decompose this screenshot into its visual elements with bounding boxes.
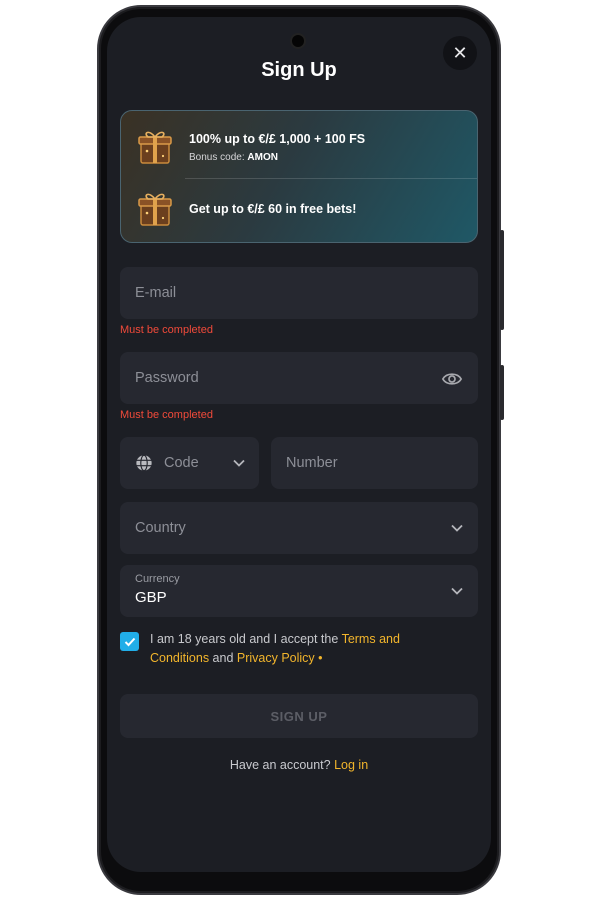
phone-side-button xyxy=(500,365,504,420)
bonus-code: Bonus code: AMON xyxy=(189,152,365,163)
phone-number-field[interactable]: Number xyxy=(271,437,478,489)
have-account-text: Have an account? xyxy=(229,758,335,772)
checkmark-icon xyxy=(124,637,135,646)
password-error: Must be completed xyxy=(120,409,213,421)
password-field[interactable]: Password xyxy=(120,352,478,404)
front-camera xyxy=(292,35,304,47)
number-placeholder: Number xyxy=(286,455,338,471)
login-link[interactable]: Log in xyxy=(334,758,368,772)
currency-select[interactable]: Currency GBP xyxy=(120,565,478,617)
currency-label: Currency xyxy=(135,573,180,585)
page-title: Sign Up xyxy=(261,59,337,81)
globe-icon xyxy=(136,454,152,472)
password-placeholder: Password xyxy=(135,370,199,386)
currency-value: GBP xyxy=(135,589,167,606)
login-prompt: Have an account? Log in xyxy=(107,758,491,772)
chevron-down-icon xyxy=(451,524,463,532)
terms-and: and xyxy=(209,651,237,665)
code-placeholder: Code xyxy=(164,455,199,471)
country-select[interactable]: Country xyxy=(120,502,478,554)
gift-box-icon xyxy=(138,131,172,164)
required-mark: • xyxy=(314,651,323,665)
promo-title: Get up to €/£ 60 in free bets! xyxy=(189,202,357,216)
terms-text: I am 18 years old and I accept the Terms… xyxy=(150,630,440,668)
country-placeholder: Country xyxy=(135,520,186,536)
age-terms-checkbox[interactable] xyxy=(120,632,139,651)
country-code-select[interactable]: Code xyxy=(120,437,259,489)
promo-divider xyxy=(185,178,477,179)
promo-banner: 100% up to €/£ 1,000 + 100 FS Bonus code… xyxy=(120,110,478,243)
chevron-down-icon xyxy=(451,587,463,595)
bonus-code-label: Bonus code: xyxy=(189,151,245,163)
promo-item: Get up to €/£ 60 in free bets! xyxy=(121,189,477,229)
email-field[interactable]: E-mail xyxy=(120,267,478,319)
email-error: Must be completed xyxy=(120,324,213,336)
terms-prefix: I am 18 years old and I accept the xyxy=(150,632,342,646)
privacy-link[interactable]: Privacy Policy xyxy=(237,651,315,665)
gift-box-icon xyxy=(138,193,172,226)
signup-screen: ✕ Sign Up 100% up to €/£ 1,000 + 100 FS … xyxy=(107,17,491,872)
promo-title: 100% up to €/£ 1,000 + 100 FS xyxy=(189,131,366,146)
eye-icon[interactable] xyxy=(441,369,463,389)
promo-item: 100% up to €/£ 1,000 + 100 FS Bonus code… xyxy=(121,127,477,167)
phone-side-button xyxy=(500,230,504,330)
email-placeholder: E-mail xyxy=(135,285,177,301)
signup-button[interactable]: SIGN UP xyxy=(120,694,478,738)
bonus-code-value: AMON xyxy=(247,151,278,163)
chevron-down-icon xyxy=(233,459,245,467)
